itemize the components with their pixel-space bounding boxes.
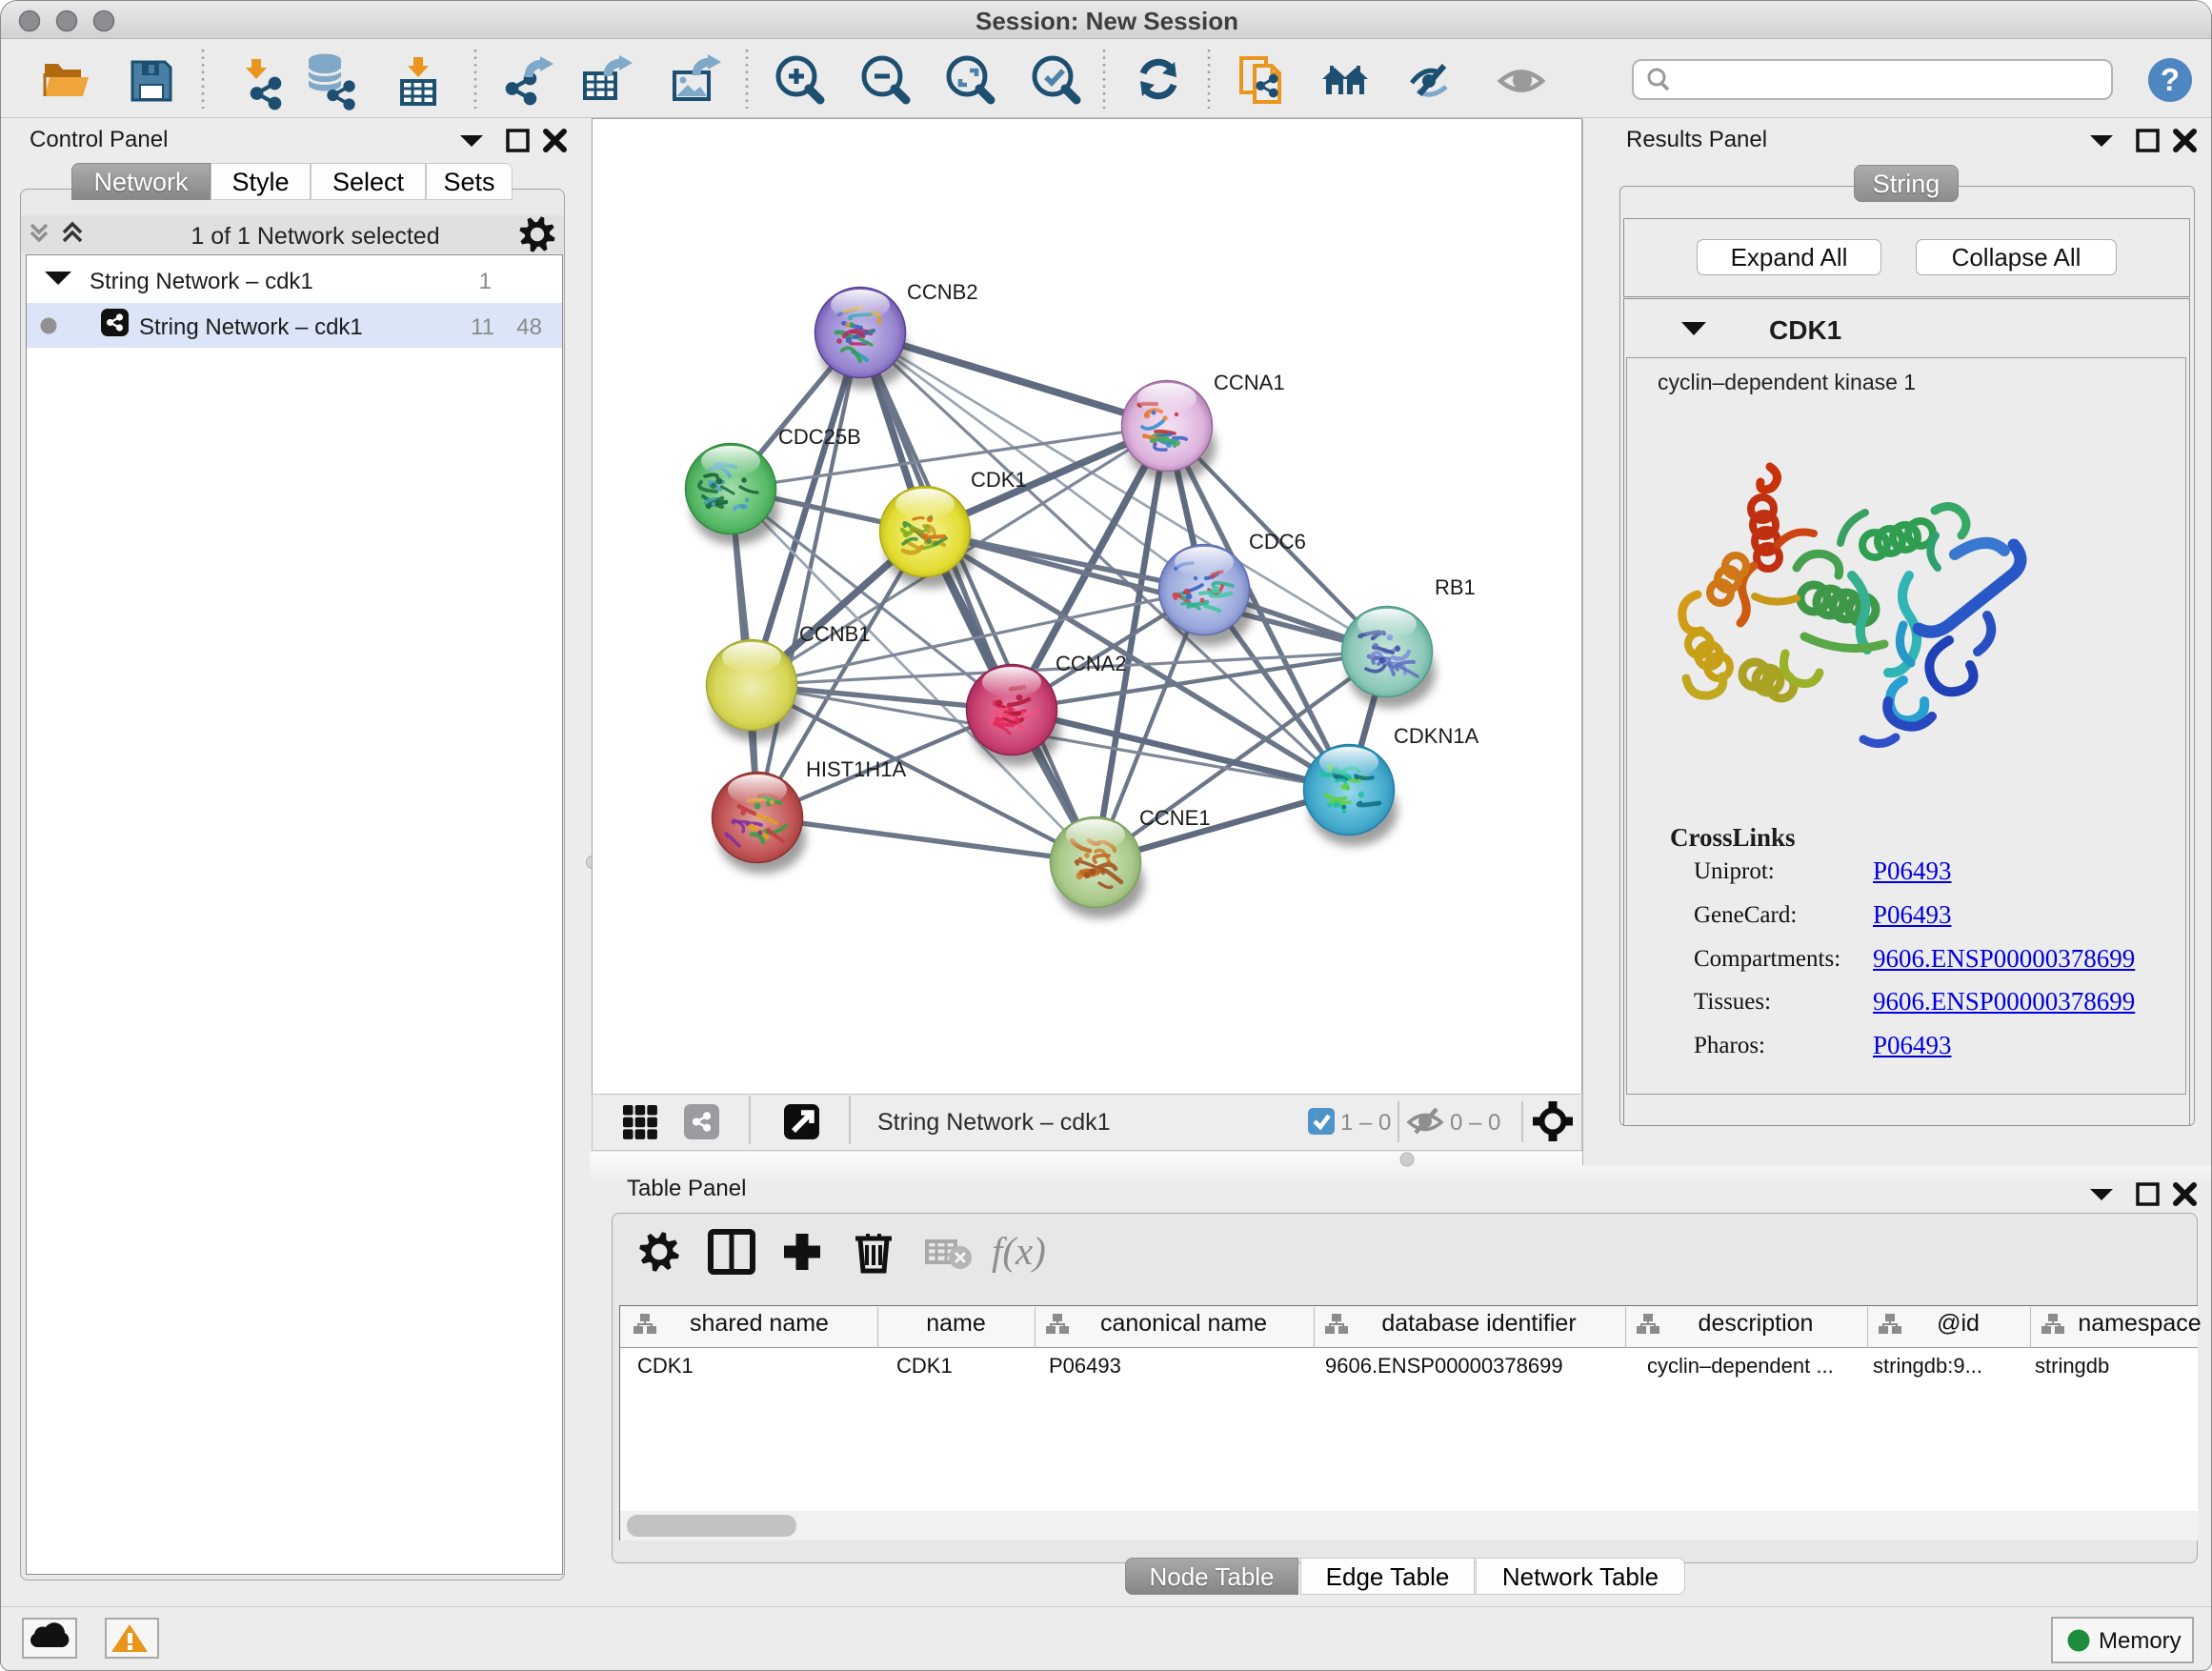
svg-text:CDK1: CDK1 — [971, 468, 1027, 492]
svg-text:CDC25B: CDC25B — [778, 425, 861, 449]
svg-text:CDKN1A: CDKN1A — [1394, 724, 1479, 748]
svg-text:RB1: RB1 — [1435, 575, 1476, 599]
svg-text:CCNE1: CCNE1 — [1139, 806, 1211, 830]
svg-text:HIST1H1A: HIST1H1A — [806, 757, 906, 781]
svg-text:CCNB2: CCNB2 — [907, 280, 978, 304]
svg-text:CCNB1: CCNB1 — [799, 622, 871, 646]
svg-text:CCNA1: CCNA1 — [1214, 371, 1285, 394]
svg-text:CCNA2: CCNA2 — [1056, 652, 1127, 675]
svg-text:CDC6: CDC6 — [1249, 530, 1306, 554]
svg-text:?: ? — [2161, 62, 2180, 97]
